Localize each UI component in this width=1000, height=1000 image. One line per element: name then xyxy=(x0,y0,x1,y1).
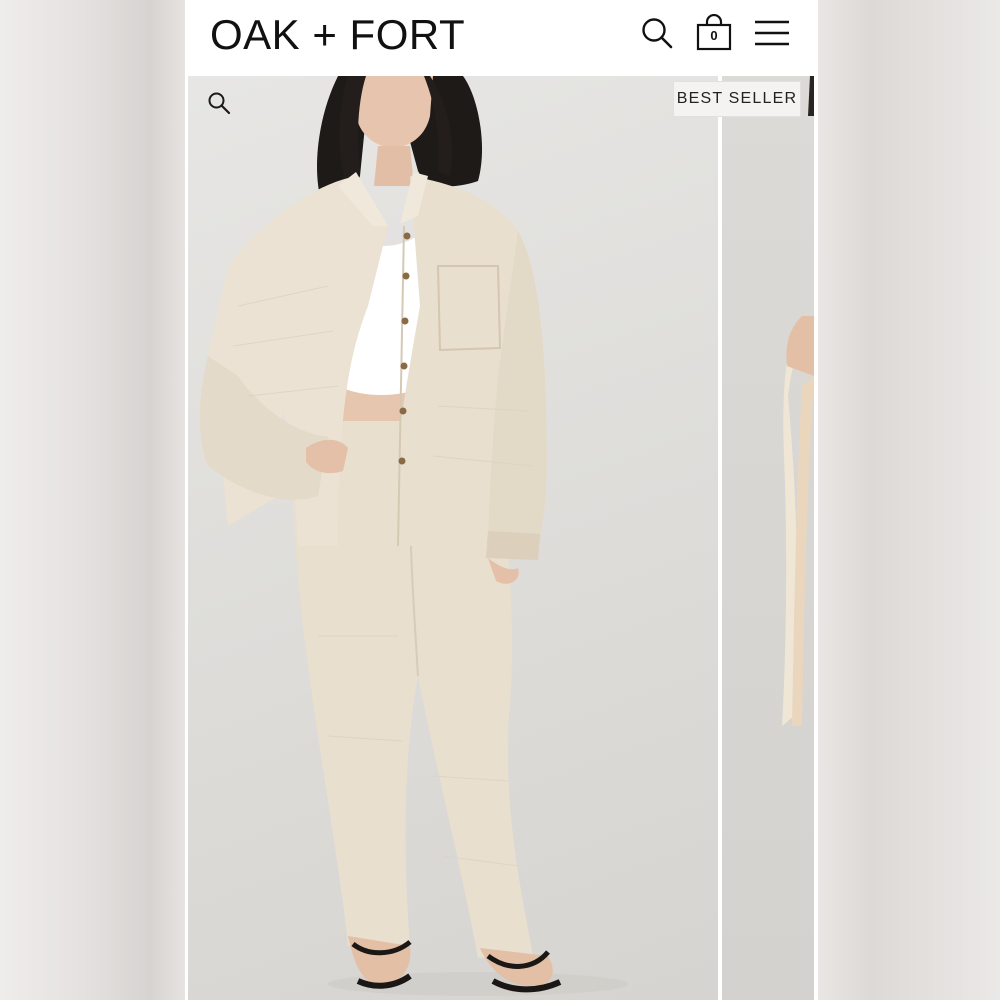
menu-button[interactable] xyxy=(754,18,790,48)
partial-model-illustration xyxy=(782,76,814,726)
product-image[interactable] xyxy=(188,76,718,1000)
brand-logo[interactable]: OAK + FORT xyxy=(210,11,465,59)
search-button[interactable] xyxy=(640,16,674,50)
site-header: OAK + FORT 0 xyxy=(185,0,818,74)
cart-count: 0 xyxy=(710,28,718,43)
mobile-page: OAK + FORT 0 BEST SELLER xyxy=(185,0,818,1000)
next-product-image[interactable] xyxy=(722,76,814,1000)
product-image-carousel[interactable]: BEST SELLER xyxy=(188,76,814,1000)
model-illustration xyxy=(199,76,628,996)
hamburger-menu-icon xyxy=(755,20,789,46)
zoom-button[interactable] xyxy=(206,90,232,116)
best-seller-badge: BEST SELLER xyxy=(673,81,801,117)
cart-button[interactable]: 0 xyxy=(696,13,732,52)
search-icon xyxy=(642,18,673,49)
magnifier-icon xyxy=(208,92,231,115)
